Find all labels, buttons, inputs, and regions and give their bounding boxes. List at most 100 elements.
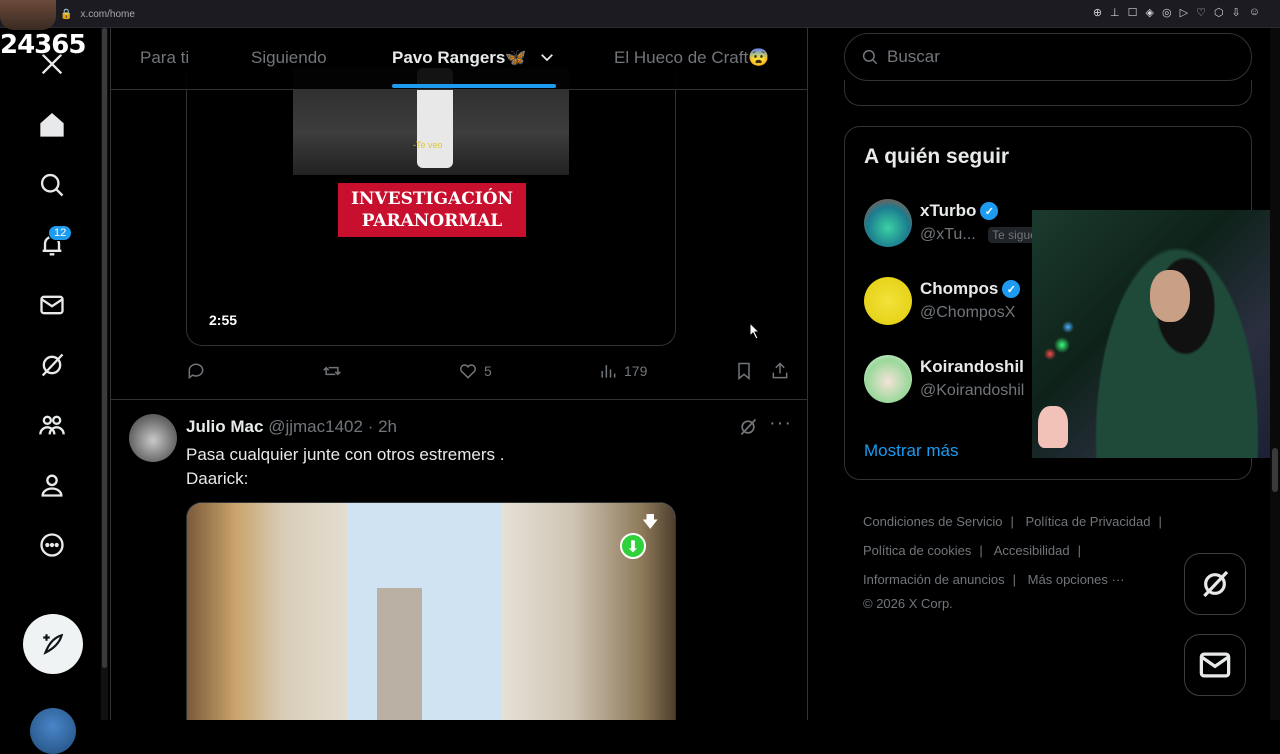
grok-icon[interactable] [30, 343, 74, 387]
left-scrollbar[interactable] [101, 28, 108, 720]
compose-post-button[interactable] [23, 614, 83, 674]
extensions-icon[interactable]: ⬡ [1214, 6, 1224, 19]
building-left [187, 503, 347, 720]
repost-icon [323, 366, 341, 376]
share-icon [772, 362, 788, 379]
like-button[interactable]: 5 [458, 361, 492, 381]
grok-icon [1203, 570, 1229, 598]
communities-icon[interactable] [30, 403, 74, 447]
user-name[interactable]: xTurbo ✓ [920, 201, 999, 221]
mail-icon [1199, 652, 1231, 678]
bookmark-button[interactable] [734, 361, 754, 381]
messages-floating-button[interactable] [1184, 634, 1246, 696]
user-avatar[interactable] [864, 355, 912, 403]
share-button[interactable] [770, 361, 790, 381]
video-player[interactable]: -Te veo INVESTIGACIÓN PARANORMAL 2:55 [186, 68, 676, 346]
timeline: Para ti Siguiendo Pavo Rangers🦋 El Hueco… [110, 28, 808, 720]
heart-icon [460, 364, 476, 379]
tweet-time[interactable]: · 2h [368, 417, 397, 436]
ublock-icon[interactable]: ◎ [1162, 6, 1172, 19]
tab-pavo-rangers[interactable]: Pavo Rangers🦋 [392, 48, 527, 68]
home-icon[interactable] [30, 103, 74, 147]
shield-icon[interactable]: ◈ [1146, 6, 1154, 19]
user-avatar[interactable] [864, 199, 912, 247]
page-scrollbar[interactable] [1270, 28, 1280, 720]
video-duration: 2:55 [209, 312, 238, 328]
more-options-icon[interactable]: ··· [769, 412, 792, 435]
search-input[interactable] [887, 47, 1227, 67]
streamer-face [1150, 270, 1190, 322]
user-handle: @xTu... Te sigue [920, 226, 1041, 244]
lock-icon: 🔒 [60, 8, 73, 20]
account-icon[interactable]: ☺ [1249, 6, 1260, 19]
webcam-overlay [1032, 210, 1280, 458]
analytics-icon [601, 365, 616, 378]
reply-button[interactable] [186, 361, 206, 381]
download-badge-icon[interactable]: ⬇ [620, 533, 646, 559]
author-name[interactable]: Julio Mac [186, 417, 263, 436]
left-navigation: 12 [0, 28, 108, 754]
reply-icon [188, 363, 204, 380]
who-to-follow-title: A quién seguir [864, 145, 1010, 168]
user-name[interactable]: Chompos ✓ [920, 279, 1021, 299]
search-icon[interactable] [30, 163, 74, 207]
author-avatar[interactable] [129, 414, 177, 462]
building-distant [377, 588, 422, 720]
like-count: 5 [484, 363, 492, 379]
cookies-link[interactable]: Política de cookies [863, 543, 971, 558]
tweet-text: Pasa cualquier junte con otros estremers… [186, 445, 505, 488]
privacy-link[interactable]: Política de Privacidad [1025, 514, 1150, 529]
heart-icon[interactable]: ♡ [1196, 6, 1206, 19]
accessibility-link[interactable]: Accesibilidad [994, 543, 1070, 558]
timeline-tabs: Para ti Siguiendo Pavo Rangers🦋 El Hueco… [111, 28, 807, 90]
show-more-link[interactable]: Mostrar más [864, 441, 958, 461]
mail-icon[interactable] [30, 283, 74, 327]
browser-toolbar: 🔒 x.com/home ⊕ ⊥ ☐ ◈ ◎ ▷ ♡ ⬡ ⇩ ☺ [0, 0, 1280, 28]
user-handle: @Koirandoshil [920, 382, 1025, 399]
tab-para-ti[interactable]: Para ti [140, 48, 189, 68]
bookmark-page-icon[interactable]: ☐ [1128, 6, 1138, 19]
mouse-cursor-icon [749, 322, 760, 340]
chevron-down-icon[interactable] [538, 48, 556, 71]
views-button[interactable]: 179 [598, 361, 647, 381]
browser-extension-icons: ⊕ ⊥ ☐ ◈ ◎ ▷ ♡ ⬡ ⇩ ☺ [1093, 6, 1260, 19]
previous-card-bottom [844, 80, 1252, 106]
active-tab-indicator [392, 84, 556, 88]
more-icon[interactable] [30, 523, 74, 567]
url-text: x.com/home [80, 8, 135, 20]
verified-badge-icon: ✓ [980, 202, 999, 220]
repost-button[interactable] [322, 361, 342, 381]
tweet[interactable]: Julio Mac @jjmac1402 · 2h ··· Pasa cualq… [111, 400, 807, 720]
author-handle[interactable]: @jjmac1402 [268, 417, 363, 436]
play-icon[interactable]: ▷ [1180, 6, 1188, 19]
notifications-badge: 12 [48, 225, 73, 241]
streamer-avatar-overlay [0, 0, 56, 30]
pin-icon[interactable]: ⊥ [1110, 6, 1120, 19]
stream-counter: 24365 [0, 30, 86, 60]
user-name[interactable]: Koirandoshil [920, 357, 1024, 377]
address-bar[interactable]: 🔒 x.com/home [60, 4, 1060, 24]
profile-icon[interactable] [30, 463, 74, 507]
bookmark-icon [738, 362, 750, 381]
more-options-link[interactable]: Más opciones ··· [1028, 572, 1125, 587]
grok-icon[interactable] [738, 417, 758, 442]
search-box[interactable] [844, 33, 1252, 81]
download-arrow-icon: 🡇 [642, 514, 659, 531]
zoom-icon[interactable]: ⊕ [1093, 6, 1102, 19]
verified-badge-icon: ✓ [1002, 280, 1021, 298]
ads-info-link[interactable]: Información de anuncios [863, 572, 1005, 587]
tab-siguiendo[interactable]: Siguiendo [251, 48, 327, 68]
feather-icon [43, 633, 64, 655]
terms-link[interactable]: Condiciones de Servicio [863, 514, 1002, 529]
christmas-lights [1032, 300, 1092, 390]
tab-el-hueco-de-craft[interactable]: El Hueco de Craft😨 [614, 48, 769, 68]
account-avatar[interactable] [30, 708, 76, 754]
view-count: 179 [624, 363, 648, 379]
search-icon [862, 49, 878, 65]
tweet-image[interactable]: 🡇 ⬇ [186, 502, 676, 720]
tweet-header: Julio Mac @jjmac1402 · 2h [186, 417, 397, 437]
download-icon[interactable]: ⇩ [1232, 6, 1241, 19]
user-handle: @ChomposX [920, 304, 1016, 321]
grok-floating-button[interactable] [1184, 553, 1246, 615]
user-avatar[interactable] [864, 277, 912, 325]
